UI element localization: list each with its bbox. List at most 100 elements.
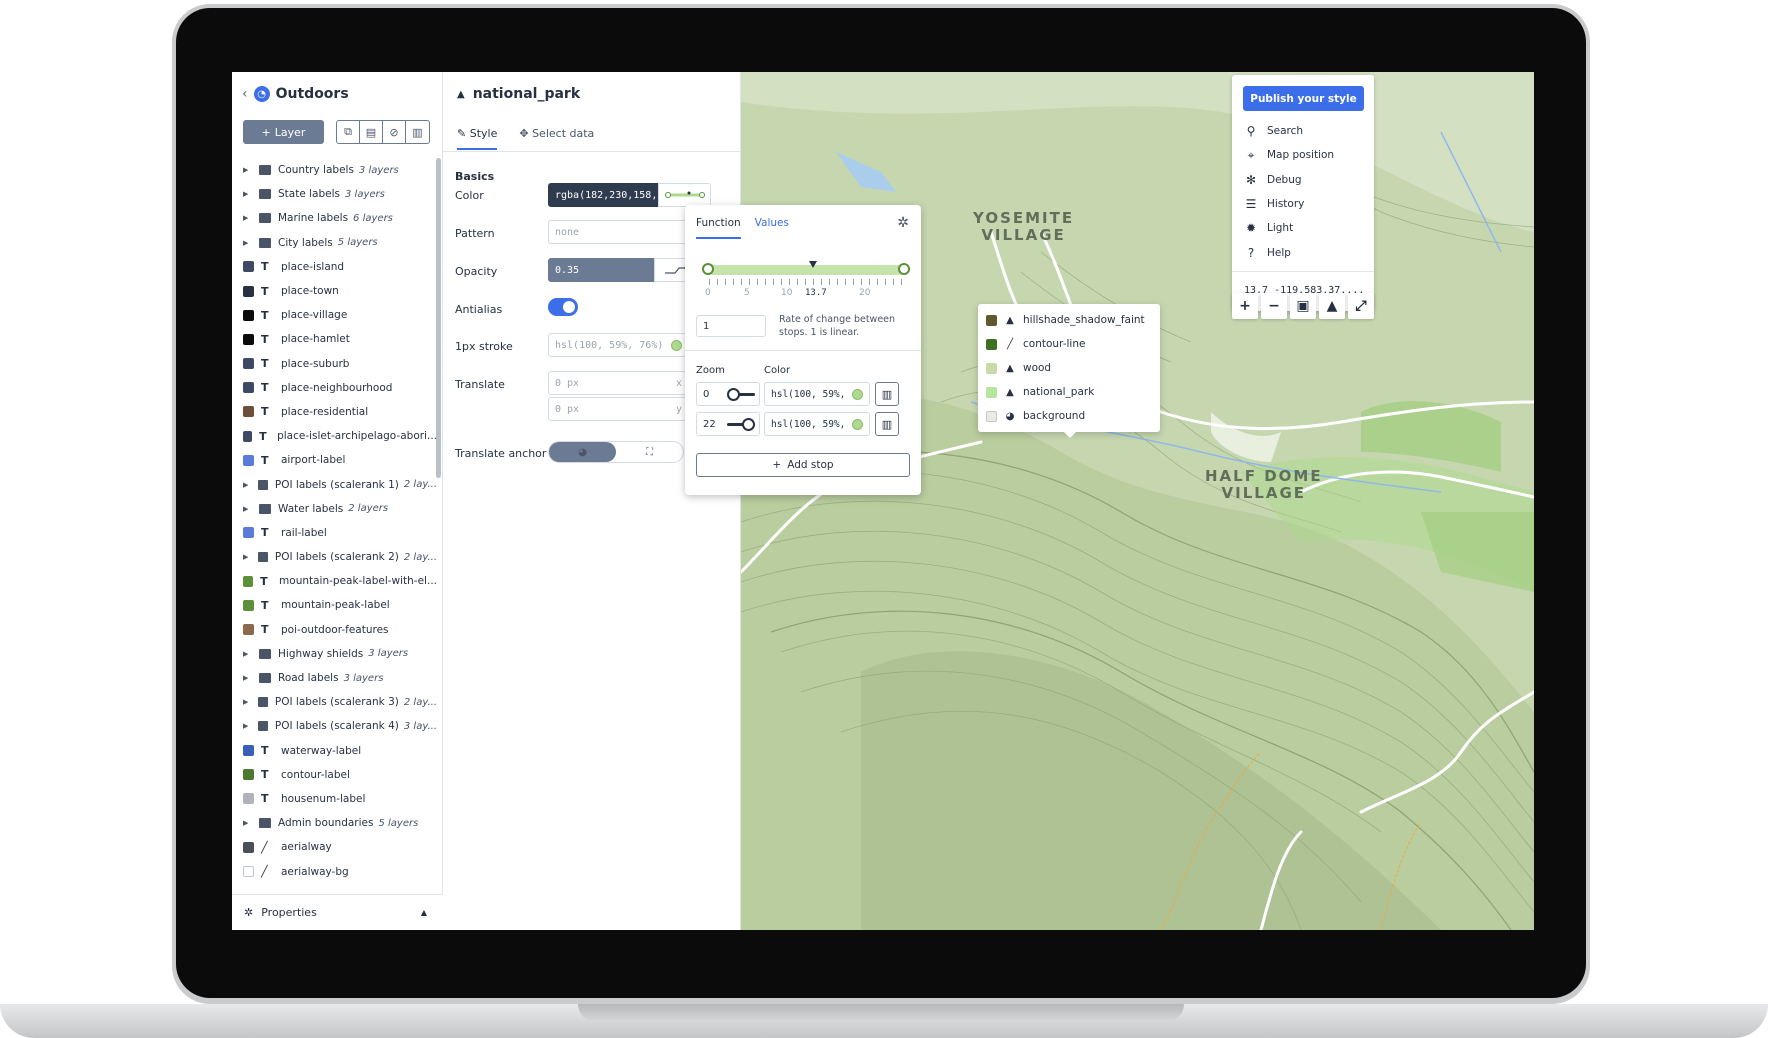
layer-row[interactable]: ▶ POI labels (scalerank 3) 2 lay... (232, 690, 437, 714)
layer-row[interactable]: Twaterway-label (232, 739, 437, 763)
duplicate-icon[interactable]: ⧉ (337, 121, 360, 143)
stop-color-swatch[interactable] (852, 419, 863, 430)
menu-item-help[interactable]: ? Help (1244, 240, 1334, 264)
fullscreen-icon[interactable]: ⤢ (1348, 293, 1374, 319)
stop-zoom-slider[interactable] (727, 418, 755, 431)
layer-row[interactable]: Tplace-islet-archipelago-abori... (232, 424, 437, 448)
stop-zoom-input[interactable]: 22 (696, 412, 760, 436)
caret-right-icon[interactable]: ▶ (243, 650, 253, 658)
stroke-input[interactable]: hsl(100, 59%, 76%) (548, 333, 688, 357)
add-layer-button[interactable]: + Layer (243, 120, 324, 144)
anchor-map-option[interactable]: ◕ (549, 442, 616, 462)
layer-row[interactable]: Tplace-town (232, 279, 437, 303)
publish-button[interactable]: Publish your style (1243, 86, 1364, 111)
layer-row[interactable]: ▶ Water labels 2 layers (232, 497, 437, 521)
layer-row[interactable]: ▶ City labels 5 layers (232, 231, 437, 255)
layer-row[interactable]: Tcontour-label (232, 763, 437, 787)
caret-right-icon[interactable]: ▶ (243, 722, 252, 730)
translate-y-input[interactable]: 0 px y (548, 397, 688, 421)
map-canvas[interactable]: YOSEMITE VILLAGE HALF DOME VILLAGE (741, 72, 1534, 930)
rate-input[interactable]: 1 (696, 315, 766, 337)
layer-row[interactable]: ▶Bridges44 layers (232, 884, 437, 886)
layer-row[interactable]: Tairport-label (232, 448, 437, 472)
caret-right-icon[interactable]: ▶ (243, 698, 252, 706)
layer-row[interactable]: Tplace-island (232, 255, 437, 279)
layer-row[interactable]: ▶ Marine labels 6 layers (232, 206, 437, 230)
hide-icon[interactable]: ⊘ (383, 121, 406, 143)
tab-function[interactable]: Function (696, 207, 741, 239)
delete-stop-button[interactable]: ▥ (875, 382, 899, 406)
stop-color-swatch[interactable] (852, 389, 863, 400)
caret-right-icon[interactable]: ▶ (243, 553, 252, 561)
menu-item-debug[interactable]: ✻ Debug (1244, 168, 1334, 192)
layer-row[interactable]: Tmountain-peak-label-with-el... (232, 569, 437, 593)
layer-row[interactable]: ▶ Highway shields 3 layers (232, 642, 437, 666)
color-function-button[interactable] (658, 183, 711, 207)
layer-row[interactable]: ╱ aerialway (232, 835, 437, 859)
caret-right-icon[interactable]: ▶ (243, 674, 253, 682)
zoom-out-button[interactable]: − (1261, 293, 1287, 319)
gear-icon[interactable]: ✲ (897, 215, 909, 231)
stop-zoom-input[interactable]: 0 (696, 382, 760, 406)
tooltip-layer-row[interactable]: ╱ contour-line (978, 332, 1160, 356)
lock-icon[interactable]: ▣ (1290, 293, 1316, 319)
back-chevron-icon[interactable]: ‹ (242, 86, 248, 102)
caret-right-icon[interactable]: ▶ (243, 190, 253, 198)
caret-right-icon[interactable]: ▶ (243, 214, 253, 222)
caret-right-icon[interactable]: ▶ (243, 481, 252, 489)
layer-row[interactable]: Tmountain-peak-label (232, 593, 437, 617)
layer-row[interactable]: Tplace-neighbourhood (232, 376, 437, 400)
layer-row[interactable]: ▶ Road labels 3 layers (232, 666, 437, 690)
layer-row[interactable]: ▶ POI labels (scalerank 4) 3 lay... (232, 714, 437, 738)
tab-select-data[interactable]: ✥ Select data (519, 127, 594, 140)
caret-right-icon[interactable]: ▶ (243, 166, 253, 174)
layer-row[interactable]: Thousenum-label (232, 787, 437, 811)
translate-x-input[interactable]: 0 px x (548, 371, 688, 395)
caret-right-icon[interactable]: ▶ (243, 819, 253, 827)
anchor-viewport-option[interactable]: ⛶ (616, 442, 683, 462)
opacity-input[interactable]: 0.35 (548, 258, 656, 282)
compass-icon[interactable]: ▲ (1319, 293, 1345, 319)
layer-row[interactable]: ╱ aerialway-bg (232, 859, 437, 883)
caret-right-icon[interactable]: ▶ (243, 505, 253, 513)
layer-list-scrollbar[interactable] (436, 158, 441, 478)
delete-stop-button[interactable]: ▥ (875, 412, 899, 436)
layer-row[interactable]: ▶ State labels 3 layers (232, 182, 437, 206)
zoom-stop-handle[interactable] (898, 263, 910, 275)
menu-item-map-position[interactable]: ⌖ Map position (1244, 143, 1334, 167)
layer-row[interactable]: ▶ POI labels (scalerank 1) 2 lay... (232, 472, 437, 496)
layer-row[interactable]: Trail-label (232, 521, 437, 545)
stop-color-input[interactable]: hsl(100, 59%, (764, 412, 870, 436)
zoom-stop-handle[interactable] (702, 263, 714, 275)
layer-row[interactable]: Tplace-suburb (232, 352, 437, 376)
stop-zoom-slider[interactable] (727, 388, 755, 401)
group-icon[interactable]: ▤ (360, 121, 383, 143)
menu-item-history[interactable]: ☰ History (1244, 192, 1334, 216)
antialias-toggle[interactable] (548, 298, 578, 316)
add-stop-button[interactable]: + Add stop (696, 453, 910, 477)
properties-footer[interactable]: ✲ Properties ▲ (232, 894, 443, 930)
layer-row[interactable]: Tpoi-outdoor-features (232, 618, 437, 642)
menu-item-light[interactable]: ✹ Light (1244, 216, 1334, 240)
tooltip-layer-row[interactable]: ▲ national_park (978, 380, 1160, 404)
pattern-input[interactable]: none (548, 220, 688, 244)
stroke-swatch[interactable] (671, 339, 682, 351)
tab-style[interactable]: ✎ Style (457, 127, 498, 150)
caret-right-icon[interactable]: ▶ (243, 239, 253, 247)
layer-row[interactable]: Tplace-hamlet (232, 327, 437, 351)
zoom-in-button[interactable]: + (1232, 293, 1258, 319)
tooltip-layer-row[interactable]: ▲ wood (978, 356, 1160, 380)
color-input[interactable]: rgba(182,230,158,... (548, 183, 675, 207)
stop-color-input[interactable]: hsl(100, 59%, (764, 382, 870, 406)
menu-item-search[interactable]: ⚲ Search (1244, 119, 1334, 143)
trash-icon[interactable]: ▥ (406, 121, 429, 143)
tooltip-layer-row[interactable]: ◕ background (978, 404, 1160, 428)
layer-row[interactable]: ▶ Admin boundaries 5 layers (232, 811, 437, 835)
zoom-range-track[interactable] (708, 265, 904, 275)
tooltip-layer-row[interactable]: ▲ hillshade_shadow_faint (978, 308, 1160, 332)
layer-row[interactable]: Tplace-village (232, 303, 437, 327)
layer-row[interactable]: Tplace-residential (232, 400, 437, 424)
layer-row[interactable]: ▶ Country labels 3 layers (232, 158, 437, 182)
tab-values[interactable]: Values (755, 217, 789, 229)
layer-row[interactable]: ▶ POI labels (scalerank 2) 2 lay... (232, 545, 437, 569)
